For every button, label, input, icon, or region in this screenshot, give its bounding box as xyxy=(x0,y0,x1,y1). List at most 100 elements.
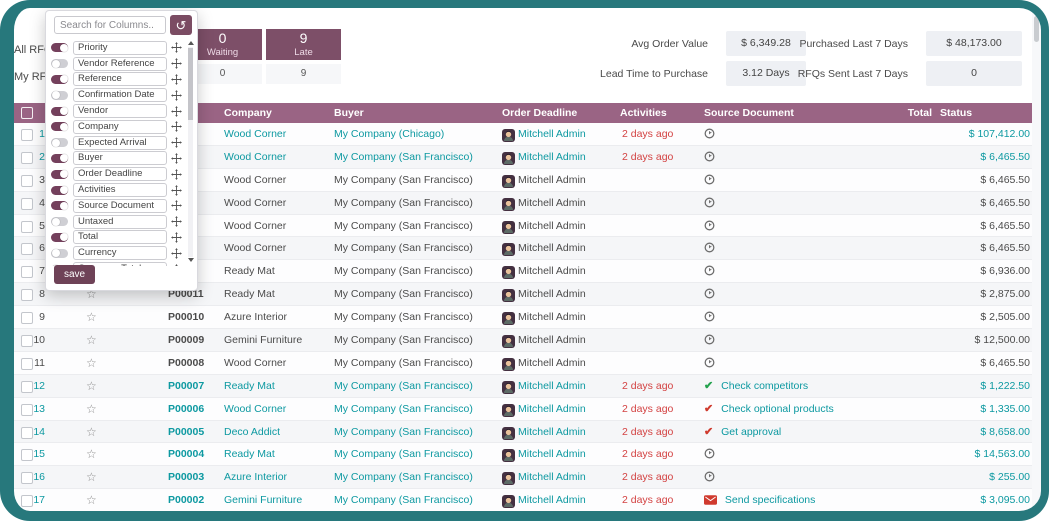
activity-clock-icon[interactable] xyxy=(704,239,715,261)
column-visibility-toggle[interactable] xyxy=(51,91,68,100)
table-row[interactable]: 9 ☆ P00010 Azure Interior My Company (Sa… xyxy=(13,306,1032,329)
activity-cell[interactable]: ✔ xyxy=(704,146,720,170)
scroll-up-arrow-icon[interactable] xyxy=(188,41,194,45)
activity-cell[interactable]: ✔ xyxy=(704,215,720,239)
star-outline-icon[interactable]: ☆ xyxy=(86,352,97,374)
column-name-box[interactable]: Priority xyxy=(73,41,167,55)
activity-cell[interactable]: ✔ Check competitors xyxy=(704,375,808,398)
star-outline-icon[interactable]: ☆ xyxy=(86,329,97,351)
activity-clock-icon[interactable] xyxy=(704,331,715,353)
star-outline-icon[interactable]: ☆ xyxy=(86,466,97,488)
column-name-box[interactable]: Vendor Reference xyxy=(73,57,167,71)
activity-clock-icon[interactable] xyxy=(704,354,715,376)
header-activities[interactable]: Activities xyxy=(620,103,667,123)
column-name-box[interactable]: Buyer xyxy=(73,151,167,165)
column-visibility-toggle[interactable] xyxy=(51,233,68,242)
page-scrollbar-thumb[interactable] xyxy=(1034,16,1039,42)
header-company[interactable]: Company xyxy=(224,103,272,123)
reset-columns-button[interactable]: ↺ xyxy=(170,15,192,35)
move-cross-icon[interactable] xyxy=(171,58,183,69)
select-all-checkbox[interactable] xyxy=(21,107,33,119)
move-cross-icon[interactable] xyxy=(171,216,183,227)
table-row[interactable]: 17 ☆ P00002 Gemini Furniture My Company … xyxy=(13,489,1032,512)
activity-cell[interactable]: ✔ xyxy=(704,169,720,193)
panel-scrollbar-thumb[interactable] xyxy=(188,48,193,120)
header-total[interactable]: Total xyxy=(872,103,932,123)
move-cross-icon[interactable] xyxy=(171,137,183,148)
column-name-box[interactable]: Source Document xyxy=(73,199,167,213)
activity-cell[interactable]: ✔ xyxy=(704,306,720,330)
activity-cell[interactable]: ✔ xyxy=(704,466,720,490)
column-visibility-toggle[interactable] xyxy=(51,170,68,179)
move-cross-icon[interactable] xyxy=(171,121,183,132)
column-name-box[interactable]: Total xyxy=(73,230,167,244)
kpi-tile-late[interactable]: 9 Late xyxy=(266,29,341,60)
column-name-box[interactable]: Order Deadline xyxy=(73,167,167,181)
column-visibility-toggle[interactable] xyxy=(51,75,68,84)
activity-clock-icon[interactable] xyxy=(704,125,715,147)
move-cross-icon[interactable] xyxy=(171,200,183,211)
activity-cell[interactable]: ✔ xyxy=(704,352,720,376)
column-name-box[interactable]: Untaxed xyxy=(73,215,167,229)
move-cross-icon[interactable] xyxy=(171,248,183,259)
activity-cell[interactable]: ✔ xyxy=(704,192,720,216)
move-cross-icon[interactable] xyxy=(171,153,183,164)
table-row[interactable]: 14 ☆ P00005 Deco Addict My Company (San … xyxy=(13,421,1032,444)
activity-cell[interactable]: ✔ Get approval xyxy=(704,421,781,444)
move-cross-icon[interactable] xyxy=(171,169,183,180)
activity-clock-icon[interactable] xyxy=(704,308,715,330)
table-row[interactable]: 15 ☆ P00004 Ready Mat My Company (San Fr… xyxy=(13,443,1032,466)
move-cross-icon[interactable] xyxy=(171,264,183,266)
star-outline-icon[interactable]: ☆ xyxy=(86,375,97,397)
activity-summary[interactable]: Check competitors xyxy=(721,380,808,392)
table-row[interactable]: 11 ☆ P00008 Wood Corner My Company (San … xyxy=(13,352,1032,375)
activity-clock-icon[interactable] xyxy=(704,148,715,170)
activity-cell[interactable]: ✔ xyxy=(704,123,720,147)
column-name-box[interactable]: Expected Arrival xyxy=(73,136,167,150)
activity-clock-icon[interactable] xyxy=(704,262,715,284)
header-buyer[interactable]: Buyer xyxy=(334,103,364,123)
activity-check-icon[interactable]: ✔ xyxy=(704,421,713,443)
column-name-box[interactable]: Confirmation Date xyxy=(73,88,167,102)
activity-cell[interactable]: ✔ xyxy=(704,283,720,307)
column-name-box[interactable]: Reference xyxy=(73,72,167,86)
column-visibility-toggle[interactable] xyxy=(51,122,68,131)
column-search-input[interactable] xyxy=(54,16,166,34)
move-cross-icon[interactable] xyxy=(171,106,183,117)
header-status[interactable]: Status xyxy=(940,103,972,123)
star-outline-icon[interactable]: ☆ xyxy=(86,398,97,420)
move-cross-icon[interactable] xyxy=(171,90,183,101)
column-visibility-toggle[interactable] xyxy=(51,107,68,116)
activity-check-icon[interactable]: ✔ xyxy=(704,398,713,420)
column-visibility-toggle[interactable] xyxy=(51,59,68,68)
table-row[interactable]: 13 ☆ P00006 Wood Corner My Company (San … xyxy=(13,398,1032,421)
column-name-box[interactable]: Vendor xyxy=(73,104,167,118)
column-name-box[interactable]: Company xyxy=(73,120,167,134)
table-row[interactable]: 16 ☆ P00003 Azure Interior My Company (S… xyxy=(13,466,1032,489)
header-order-deadline[interactable]: Order Deadline xyxy=(502,103,577,123)
activity-cell[interactable]: ✔ Send specifications xyxy=(704,489,815,513)
activity-clock-icon[interactable] xyxy=(704,285,715,307)
page-scrollbar[interactable] xyxy=(1032,8,1041,511)
activity-clock-icon[interactable] xyxy=(704,194,715,216)
header-source-document[interactable]: Source Document xyxy=(704,103,794,123)
activity-summary[interactable]: Send specifications xyxy=(725,494,815,506)
scroll-down-arrow-icon[interactable] xyxy=(188,258,194,262)
star-outline-icon[interactable]: ☆ xyxy=(86,443,97,465)
column-name-box[interactable]: Currency xyxy=(73,246,167,260)
column-visibility-toggle[interactable] xyxy=(51,154,68,163)
activity-envelope-icon[interactable] xyxy=(704,491,717,513)
move-cross-icon[interactable] xyxy=(171,185,183,196)
column-visibility-toggle[interactable] xyxy=(51,201,68,210)
activity-clock-icon[interactable] xyxy=(704,468,715,490)
move-cross-icon[interactable] xyxy=(171,74,183,85)
activity-check-icon[interactable]: ✔ xyxy=(704,375,713,397)
column-visibility-toggle[interactable] xyxy=(51,186,68,195)
move-cross-icon[interactable] xyxy=(171,42,183,53)
table-row[interactable]: 12 ☆ P00007 Ready Mat My Company (San Fr… xyxy=(13,375,1032,398)
column-visibility-toggle[interactable] xyxy=(51,249,68,258)
activity-cell[interactable]: ✔ xyxy=(704,329,720,353)
star-outline-icon[interactable]: ☆ xyxy=(86,421,97,443)
panel-scrollbar[interactable] xyxy=(188,47,193,257)
save-columns-button[interactable]: save xyxy=(54,265,95,284)
